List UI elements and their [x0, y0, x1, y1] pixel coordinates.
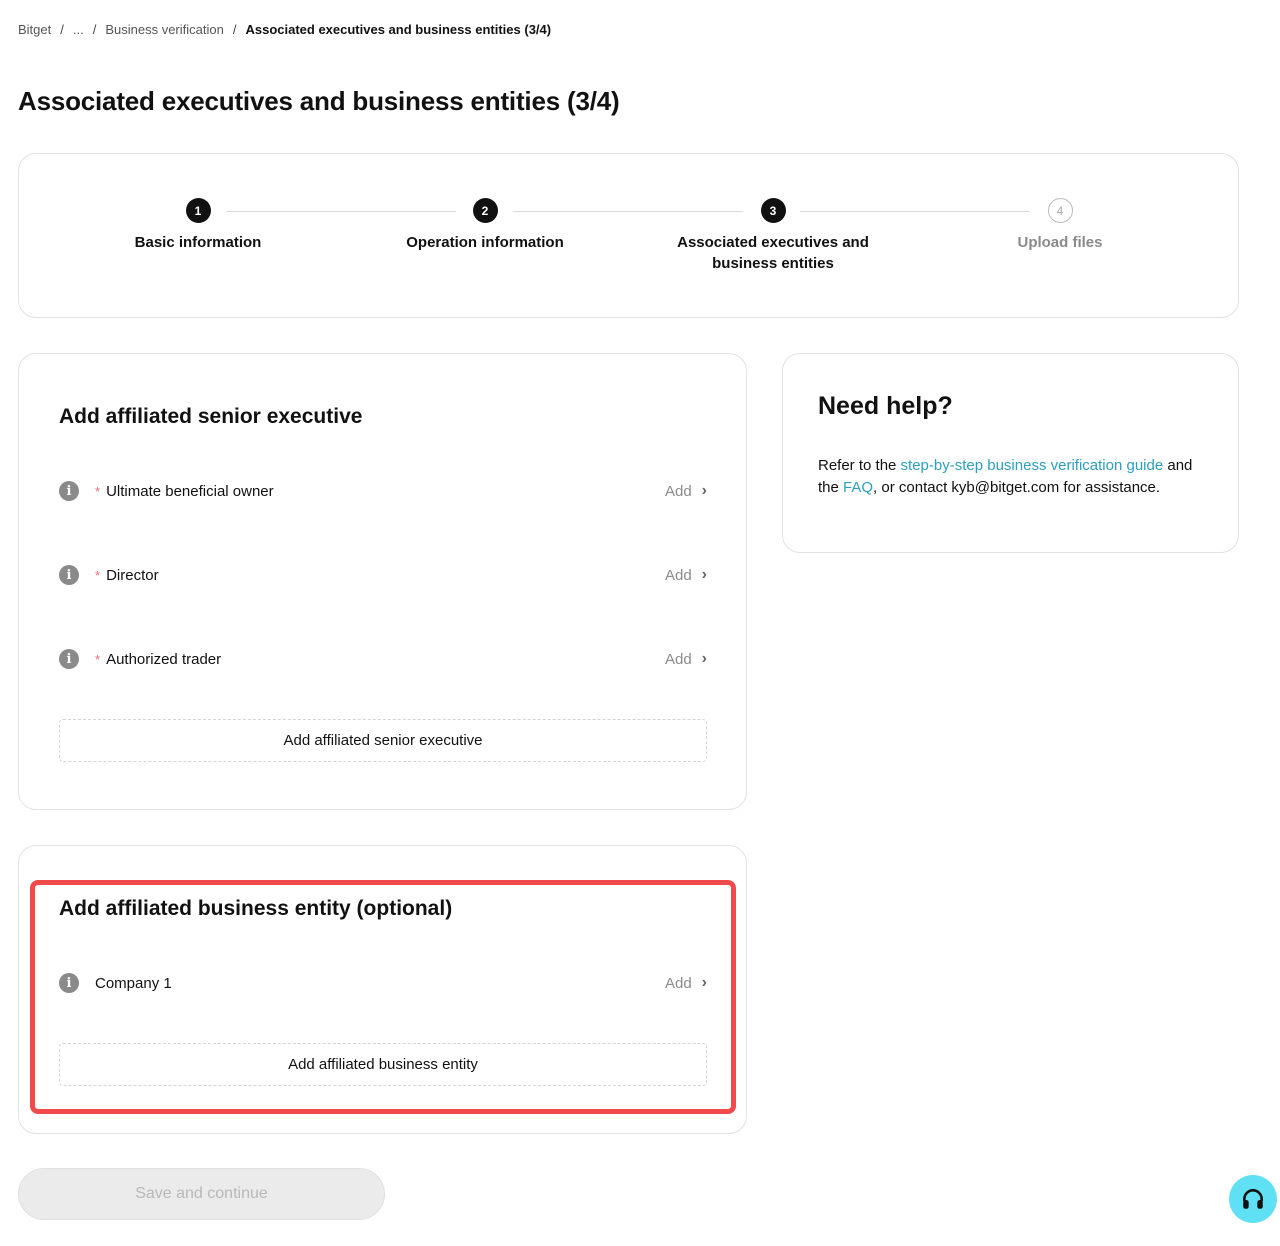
senior-executive-title: Add affiliated senior executive [59, 405, 363, 428]
add-business-entity-button[interactable]: Add affiliated business entity [59, 1043, 707, 1086]
headset-icon [1243, 1189, 1263, 1209]
help-title: Need help? [818, 392, 953, 420]
add-label: Add [664, 482, 692, 500]
business-entity-title: Add affiliated business entity (optional… [59, 897, 453, 920]
row-label: Ultimate beneficial owner [106, 482, 274, 500]
row-ultimate-beneficial-owner: i * Ultimate beneficial owner Add › [59, 476, 707, 506]
step-number: 3 [760, 198, 786, 223]
row-label: Authorized trader [106, 650, 222, 668]
row-director: i * Director Add › [59, 560, 707, 590]
row-authorized-trader: i * Authorized trader Add › [59, 644, 707, 674]
help-text: Refer to the step-by-step business verif… [818, 455, 1208, 498]
info-icon[interactable]: i [59, 481, 79, 501]
row-company-1: i Company 1 Add › [59, 968, 707, 998]
required-marker: * [95, 651, 101, 667]
required-marker: * [95, 483, 101, 499]
add-label: Add [664, 650, 692, 668]
step-number: 2 [472, 198, 498, 223]
support-button[interactable] [1229, 1175, 1277, 1223]
step-label: Operation information [406, 234, 564, 251]
required-marker: * [95, 567, 101, 583]
add-director-button[interactable]: Add › [665, 566, 707, 584]
stepper: 1 Basic information 2 Operation informat… [18, 153, 1239, 318]
chevron-right-icon: › [701, 566, 707, 583]
add-company-1-button[interactable]: Add › [665, 974, 707, 992]
add-label: Add [664, 974, 692, 992]
breadcrumb-business-verification[interactable]: Business verification [105, 22, 224, 37]
help-text-suffix: , or contact kyb@bitget.com for assistan… [873, 478, 1161, 496]
breadcrumb-ellipsis[interactable]: ... [73, 22, 84, 37]
step-operation-information: 2 Operation information [365, 198, 605, 253]
chevron-right-icon: › [701, 974, 707, 991]
breadcrumb-separator: / [92, 22, 97, 37]
info-icon[interactable]: i [59, 565, 79, 585]
breadcrumb: Bitget / ... / Business verification / A… [18, 22, 551, 37]
step-basic-information: 1 Basic information [78, 198, 318, 253]
row-label: Company 1 [95, 974, 172, 992]
row-label: Director [106, 566, 159, 584]
guide-link[interactable]: step-by-step business verification guide [901, 457, 1164, 474]
senior-executive-card: Add affiliated senior executive i * Ulti… [18, 353, 747, 810]
chevron-right-icon: › [701, 482, 707, 499]
info-icon[interactable]: i [59, 973, 79, 993]
add-label: Add [664, 566, 692, 584]
info-icon[interactable]: i [59, 649, 79, 669]
faq-link[interactable]: FAQ [843, 479, 873, 496]
breadcrumb-current: Associated executives and business entit… [245, 22, 552, 37]
breadcrumb-bitget[interactable]: Bitget [18, 22, 51, 37]
add-ultimate-beneficial-owner-button[interactable]: Add › [665, 482, 707, 500]
save-and-continue-button[interactable]: Save and continue [18, 1168, 385, 1220]
help-text-prefix: Refer to the [818, 457, 901, 474]
step-label: Associated executives and business entit… [677, 234, 869, 272]
step-label: Upload files [1017, 234, 1103, 251]
add-senior-executive-button[interactable]: Add affiliated senior executive [59, 719, 707, 762]
business-entity-card: Add affiliated business entity (optional… [18, 845, 747, 1134]
help-card: Need help? Refer to the step-by-step bus… [782, 353, 1239, 553]
breadcrumb-separator: / [232, 22, 237, 37]
breadcrumb-separator: / [60, 22, 64, 37]
step-number: 4 [1047, 198, 1073, 223]
add-authorized-trader-button[interactable]: Add › [665, 650, 707, 668]
step-label: Basic information [134, 234, 262, 251]
chevron-right-icon: › [701, 650, 707, 667]
step-upload-files: 4 Upload files [940, 198, 1180, 253]
step-associated-executives: 3 Associated executives and business ent… [643, 198, 903, 274]
step-number: 1 [185, 198, 211, 223]
page-title: Associated executives and business entit… [18, 86, 620, 116]
